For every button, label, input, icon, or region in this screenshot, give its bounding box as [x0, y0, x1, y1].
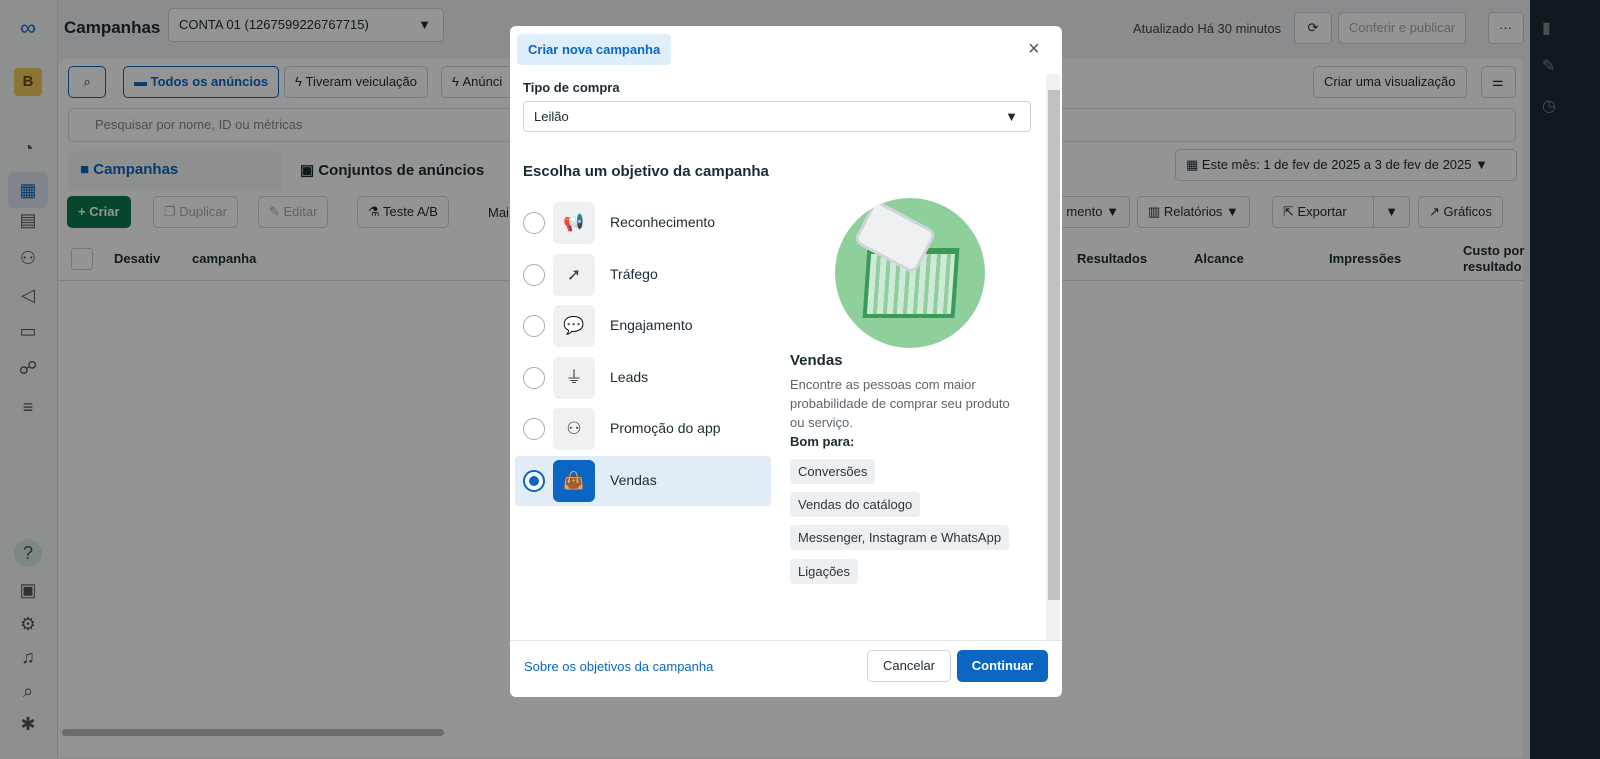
- caret-down-icon: ▼: [1005, 109, 1018, 124]
- shopping-bag-icon: 👜: [553, 460, 595, 502]
- objective-option[interactable]: 👜 Vendas: [515, 456, 771, 506]
- megaphone-icon: 📢: [553, 202, 595, 244]
- cancel-button[interactable]: Cancelar: [867, 650, 951, 682]
- objective-option[interactable]: 📢 Reconhecimento: [515, 198, 771, 248]
- buy-type-select[interactable]: Leilão ▼: [523, 101, 1031, 132]
- objective-option[interactable]: 💬 Engajamento: [515, 301, 771, 351]
- objective-label: Reconhecimento: [610, 214, 716, 230]
- objective-option[interactable]: ➚ Tráfego: [515, 250, 771, 300]
- dialog-title: Criar nova campanha: [517, 34, 672, 65]
- objective-radio[interactable]: [523, 315, 545, 338]
- objective-label: Engajamento: [610, 317, 693, 334]
- buy-type-value: Leilão: [534, 109, 569, 124]
- footer-divider: [510, 640, 1062, 641]
- close-icon[interactable]: ×: [1028, 38, 1040, 61]
- chip: Ligações: [790, 559, 859, 584]
- buy-type-label: Tipo de compra: [523, 80, 620, 95]
- chip: Vendas do catálogo: [790, 492, 921, 517]
- objective-option[interactable]: ⚇ Promoção do app: [515, 404, 771, 454]
- funnel-icon: ⏚: [553, 356, 595, 399]
- objective-heading: Escolha um objetivo da campanha: [523, 163, 769, 180]
- sales-illustration-icon: [835, 198, 985, 348]
- about-objectives-link[interactable]: Sobre os objetivos da campanha: [524, 659, 713, 674]
- good-for-label: Bom para:: [790, 434, 855, 449]
- cursor-icon: ➚: [553, 253, 595, 296]
- chip: Messenger, Instagram e WhatsApp: [790, 525, 1010, 550]
- objective-option[interactable]: ⏚ Leads: [515, 353, 771, 403]
- objective-label: Tráfego: [610, 265, 658, 282]
- detail-title: Vendas: [790, 352, 843, 369]
- objective-radio[interactable]: [523, 418, 545, 441]
- continue-button[interactable]: Continuar: [957, 650, 1048, 682]
- objective-label: Leads: [610, 368, 649, 385]
- create-campaign-dialog: Criar nova campanha × Tipo de compra Lei…: [510, 26, 1062, 697]
- vertical-scrollbar[interactable]: [1046, 74, 1060, 640]
- objective-label: Vendas: [610, 472, 657, 488]
- objective-radio[interactable]: [523, 212, 545, 234]
- objective-radio[interactable]: [523, 366, 545, 389]
- chip: Conversões: [790, 459, 876, 484]
- chat-icon: 💬: [553, 305, 595, 348]
- objective-radio[interactable]: [523, 263, 545, 286]
- objective-radio[interactable]: [523, 470, 545, 492]
- people-icon: ⚇: [553, 408, 595, 451]
- detail-description: Encontre as pessoas com maior probabilid…: [790, 377, 1010, 430]
- objective-label: Promoção do app: [610, 420, 721, 437]
